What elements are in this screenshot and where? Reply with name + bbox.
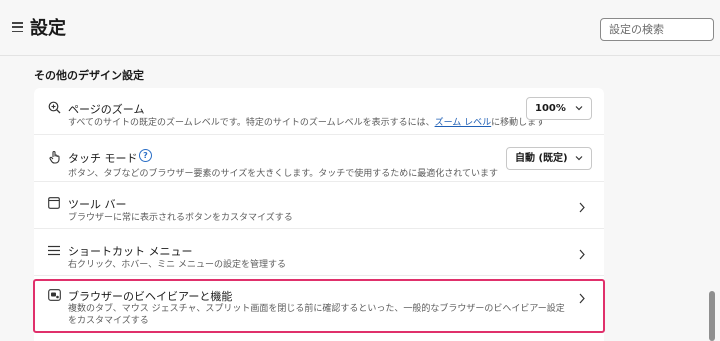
row-description: ボタン、タブなどのブラウザー要素のサイズを大きくします。タッチで使用するために最… — [68, 169, 499, 179]
zoom-level-link[interactable]: ズーム レベル — [435, 118, 492, 128]
row-browser-behavior[interactable]: ブラウザーのビヘイビアーと機能 複数のタブ、マウス ジェスチャ、スプリット画面を… — [34, 280, 604, 334]
search-input[interactable]: 設定の検索 — [600, 18, 714, 41]
section-heading: その他のデザイン設定 — [34, 69, 144, 82]
row-description: 右クリック、ホバー、ミニ メニューの設定を管理する — [68, 260, 286, 270]
chevron-right-icon — [578, 198, 588, 213]
browser-behavior-icon — [47, 288, 61, 302]
desc-text: すべてのサイトの既定のズームレベルです。特定のサイトのズームレベルを表示するには… — [68, 118, 435, 128]
help-icon[interactable]: ? — [139, 149, 152, 162]
row-shortcut-menu[interactable]: ショートカット メニュー 右クリック、ホバー、ミニ メニューの設定を管理する — [34, 229, 604, 275]
chevron-right-icon — [578, 289, 588, 304]
touch-icon — [47, 150, 61, 164]
row-title: ツール バー — [68, 198, 127, 211]
zoom-dropdown[interactable]: 100% — [526, 97, 592, 120]
hamburger-menu-icon[interactable] — [12, 22, 23, 32]
row-description: 複数のタブ、マウス ジェスチャ、スプリット画面を閉じる前に確認するといった、一般… — [68, 304, 565, 326]
menu-icon — [47, 243, 61, 257]
row-toolbar[interactable]: ツール バー ブラウザーに常に表示されるボタンをカスタマイズする — [34, 182, 604, 228]
page-title: 設定 — [30, 18, 66, 39]
row-touch-mode: タッチ モード ? ボタン、タブなどのブラウザー要素のサイズを大きくします。タッ… — [34, 135, 604, 181]
toolbar-icon — [47, 196, 61, 210]
scrollbar-thumb[interactable] — [709, 291, 715, 341]
chevron-down-icon — [575, 104, 583, 116]
zoom-value: 100% — [535, 103, 566, 114]
zoom-in-icon — [47, 100, 61, 114]
row-page-zoom: ページのズーム すべてのサイトの既定のズームレベルです。特定のサイトのズームレベ… — [34, 88, 604, 134]
touch-mode-value: 自動 (既定) — [515, 153, 568, 164]
divider — [34, 275, 604, 276]
row-description: ブラウザーに常に表示されるボタンをカスタマイズする — [68, 213, 293, 223]
row-title: ショートカット メニュー — [68, 245, 193, 258]
touch-mode-dropdown[interactable]: 自動 (既定) — [506, 147, 592, 170]
settings-card: ページのズーム すべてのサイトの既定のズームレベルです。特定のサイトのズームレベ… — [34, 88, 604, 341]
chevron-right-icon — [578, 245, 588, 260]
row-title: ページのズーム — [68, 103, 145, 116]
chevron-down-icon — [575, 154, 583, 166]
row-title: タッチ モード — [68, 152, 138, 165]
row-description: すべてのサイトの既定のズームレベルです。特定のサイトのズームレベルを表示するには… — [68, 117, 545, 129]
row-title: ブラウザーのビヘイビアーと機能 — [68, 290, 233, 303]
header: 設定 設定の検索 — [0, 0, 720, 56]
